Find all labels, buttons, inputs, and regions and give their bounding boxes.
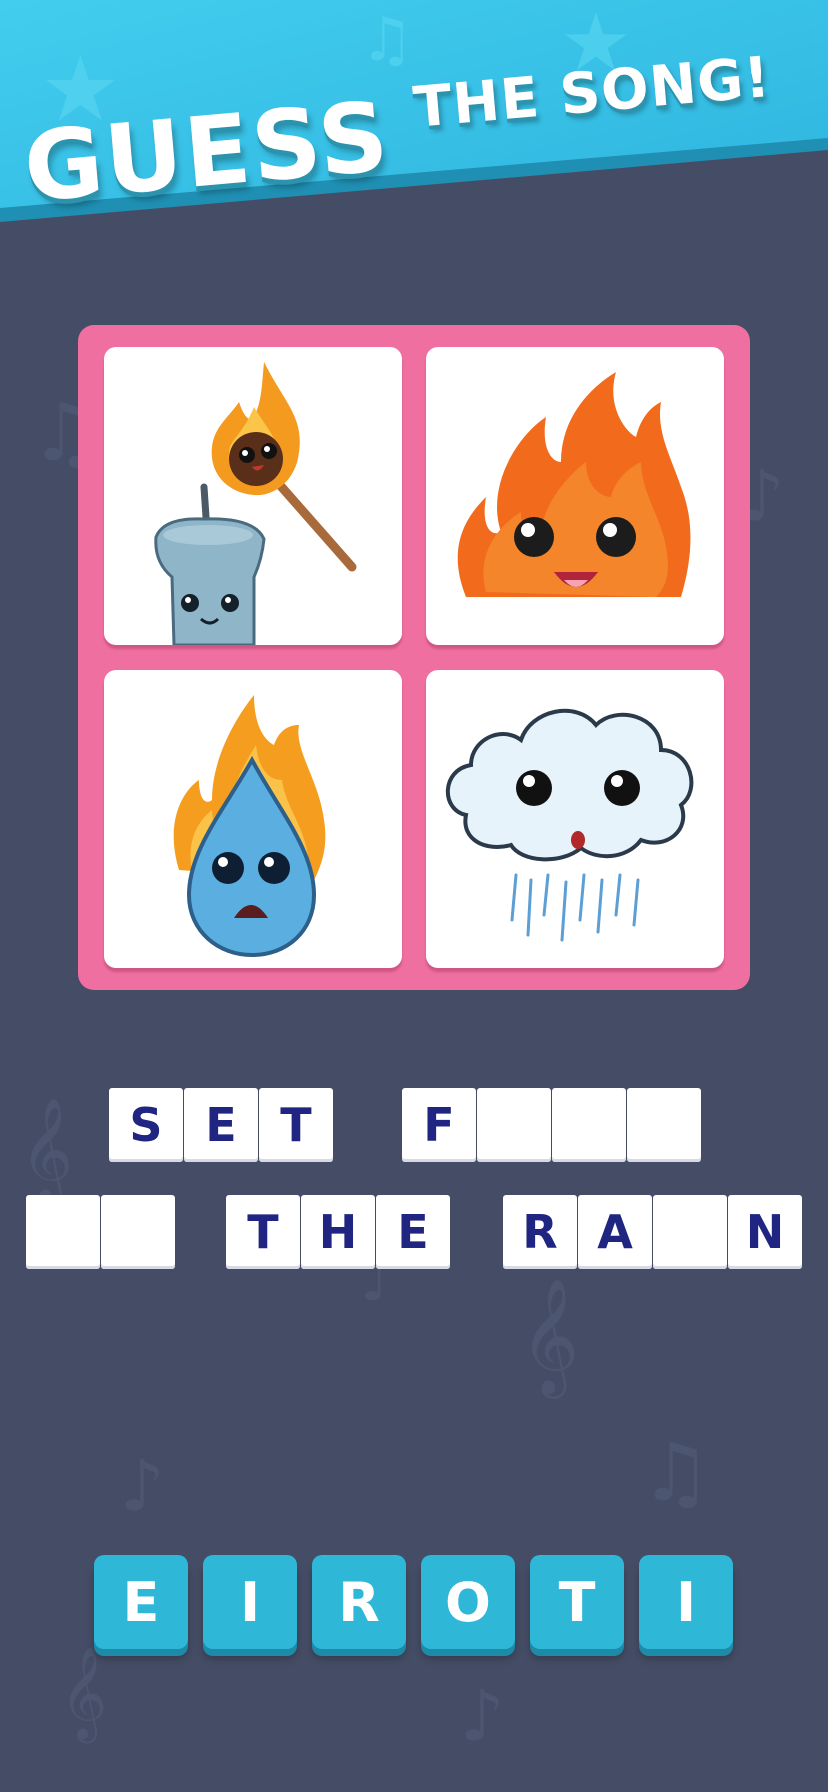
answer-row-2: T H E R A N (26, 1195, 802, 1271)
answer-slot[interactable]: T (226, 1195, 300, 1269)
answer-slot[interactable]: A (578, 1195, 652, 1269)
puzzle-image-4[interactable] (426, 670, 724, 968)
fire-icon (457, 372, 691, 597)
picture-grid (78, 325, 750, 990)
svg-text:♪: ♪ (120, 1445, 165, 1527)
letter-tile[interactable]: T (530, 1555, 624, 1649)
answer-slot[interactable] (627, 1088, 701, 1162)
answer-slot[interactable] (101, 1195, 175, 1269)
letter-tile[interactable]: I (203, 1555, 297, 1649)
answer-slot[interactable]: R (503, 1195, 577, 1269)
puzzle-image-1[interactable] (104, 347, 402, 645)
letter-tile[interactable]: O (421, 1555, 515, 1649)
answer-slot[interactable]: H (301, 1195, 375, 1269)
letter-tile[interactable]: R (312, 1555, 406, 1649)
answer-slot[interactable] (552, 1088, 626, 1162)
rain-cloud-icon (445, 708, 694, 942)
svg-text:𝄞: 𝄞 (20, 1097, 73, 1206)
answer-slot[interactable]: T (259, 1088, 333, 1162)
candle-and-match-icon (154, 362, 357, 645)
answer-slot[interactable] (26, 1195, 100, 1269)
title-guess: GUESS (19, 80, 395, 224)
svg-text:♫: ♫ (640, 1426, 712, 1519)
svg-text:♪: ♪ (460, 1675, 505, 1757)
answer-slot[interactable]: S (109, 1088, 183, 1162)
answer-slot[interactable]: N (728, 1195, 802, 1269)
answer-slot[interactable] (477, 1088, 551, 1162)
puzzle-image-3[interactable] (104, 670, 402, 968)
title-banner: ★ ★ ♫ GUESS THE SONG! (0, 0, 828, 225)
answer-slot[interactable] (653, 1195, 727, 1269)
letter-tile[interactable]: I (639, 1555, 733, 1649)
letter-tile[interactable]: E (94, 1555, 188, 1649)
answer-slot[interactable]: E (376, 1195, 450, 1269)
puzzle-image-2[interactable] (426, 347, 724, 645)
burning-water-drop-icon (173, 695, 326, 958)
title-the-song: THE SONG! (410, 44, 774, 141)
svg-text:𝄞: 𝄞 (520, 1277, 579, 1399)
svg-text:𝄞: 𝄞 (60, 1646, 107, 1743)
answer-slot[interactable]: E (184, 1088, 258, 1162)
answer-slot[interactable]: F (402, 1088, 476, 1162)
answer-row-1: S E T F (109, 1088, 701, 1164)
